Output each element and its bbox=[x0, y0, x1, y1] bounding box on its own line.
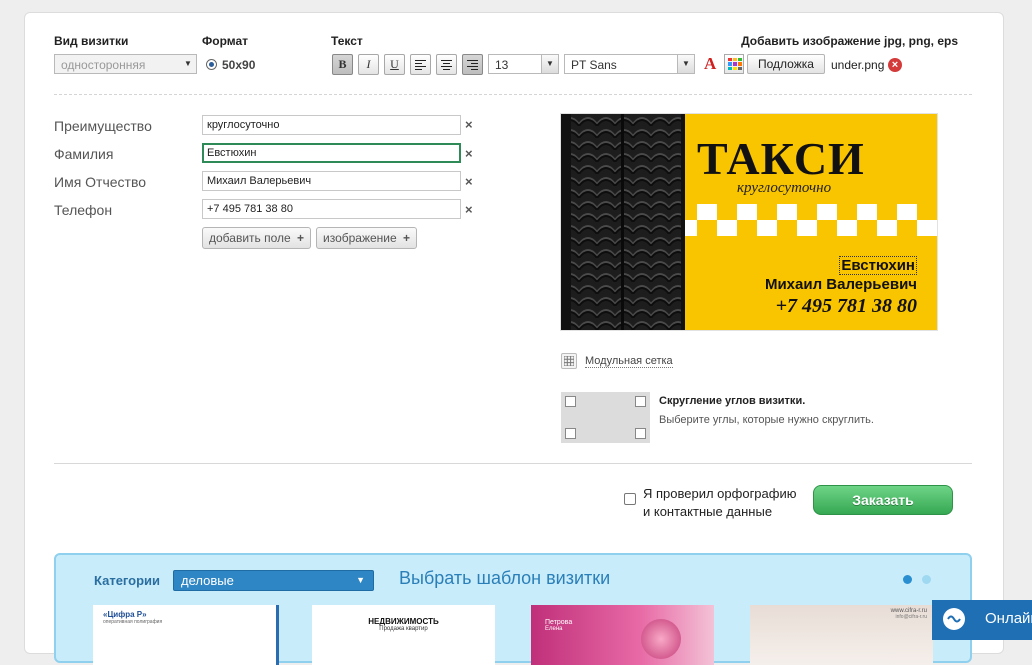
font-family-value: PT Sans bbox=[571, 58, 617, 72]
font-size-value: 13 bbox=[495, 58, 509, 72]
field-label-name: Имя Отчество bbox=[54, 174, 147, 190]
chevron-down-icon: ▼ bbox=[677, 55, 694, 73]
italic-button[interactable]: I bbox=[358, 54, 379, 75]
corner-top-left-checkbox[interactable] bbox=[565, 396, 576, 407]
field-advantage-input[interactable]: круглосуточно bbox=[202, 115, 461, 135]
align-right-icon bbox=[467, 59, 478, 70]
field-label-advantage: Преимущество bbox=[54, 118, 152, 134]
editor-panel: Вид визитки Формат Текст Добавить изобра… bbox=[24, 12, 1004, 665]
plus-icon: + bbox=[403, 231, 411, 245]
corner-bottom-right-checkbox[interactable] bbox=[635, 428, 646, 439]
template-thumb[interactable]: www.cifra-r.ru info@cifra-r.ru bbox=[750, 605, 933, 665]
chevron-down-icon: ▼ bbox=[356, 575, 365, 585]
template-thumb[interactable]: НЕДВИЖИМОСТЬ Продажа квартир bbox=[312, 605, 495, 665]
remove-field-icon[interactable]: × bbox=[465, 174, 473, 189]
divider bbox=[54, 94, 972, 95]
template-picker: Категории деловые ▼ Выбрать шаблон визит… bbox=[54, 553, 972, 665]
category-select[interactable]: деловые ▼ bbox=[173, 570, 374, 591]
template-heading: Выбрать шаблон визитки bbox=[399, 568, 611, 588]
background-button[interactable]: Подложка bbox=[747, 54, 825, 74]
text-color-button[interactable]: A bbox=[704, 54, 716, 74]
format-value: 50x90 bbox=[222, 58, 256, 72]
card-type-select[interactable]: односторонняя ▼ bbox=[54, 54, 197, 74]
corners-title: Скругление углов визитки. bbox=[659, 395, 806, 407]
corner-top-right-checkbox[interactable] bbox=[635, 396, 646, 407]
category-value: деловые bbox=[181, 573, 234, 588]
field-name-input[interactable]: Михаил Валерьевич bbox=[202, 171, 461, 191]
corner-selector bbox=[561, 392, 650, 443]
grid-icon[interactable] bbox=[561, 353, 577, 369]
card-type-value: односторонняя bbox=[61, 58, 146, 72]
radio-dot-icon bbox=[209, 62, 214, 67]
align-left-button[interactable] bbox=[410, 54, 431, 75]
remove-file-icon[interactable]: × bbox=[888, 58, 902, 72]
align-right-button[interactable] bbox=[462, 54, 483, 75]
field-label-surname: Фамилия bbox=[54, 146, 114, 162]
categories-label: Категории bbox=[94, 573, 161, 588]
field-surname-input[interactable]: Евстюхин bbox=[202, 143, 461, 163]
card-type-label: Вид визитки bbox=[54, 34, 129, 48]
chevron-down-icon: ▼ bbox=[541, 55, 558, 73]
field-phone-input[interactable]: +7 495 781 38 80 bbox=[202, 199, 461, 219]
remove-field-icon[interactable]: × bbox=[465, 202, 473, 217]
page-dot-active[interactable] bbox=[903, 575, 912, 584]
divider bbox=[54, 463, 972, 464]
bold-button[interactable]: B bbox=[332, 54, 353, 75]
corners-hint: Выберите углы, которые нужно скруглить. bbox=[659, 414, 874, 426]
card-title: ТАКСИ bbox=[697, 133, 865, 184]
add-field-button[interactable]: добавить поле + bbox=[202, 227, 312, 249]
grid-toggle-link[interactable]: Модульная сетка bbox=[585, 355, 673, 368]
chat-icon bbox=[943, 608, 965, 630]
page-dot[interactable] bbox=[922, 575, 931, 584]
template-thumb[interactable]: «Цифра Р» оперативная полиграфия bbox=[93, 605, 279, 665]
template-thumb[interactable]: Петрова Елена bbox=[531, 605, 714, 665]
remove-field-icon[interactable]: × bbox=[465, 117, 473, 132]
card-phone[interactable]: +7 495 781 38 80 bbox=[776, 295, 917, 318]
align-center-button[interactable] bbox=[436, 54, 457, 75]
underline-button[interactable]: U bbox=[384, 54, 405, 75]
chat-label: Онлайн bbox=[985, 610, 1032, 627]
plus-icon: + bbox=[297, 231, 305, 245]
card-preview[interactable]: ТАКСИ круглосуточно Евстюхин Михаил Вале… bbox=[561, 114, 937, 330]
chat-widget[interactable]: Онлайн bbox=[932, 600, 1032, 640]
card-surname[interactable]: Евстюхин bbox=[839, 256, 917, 275]
add-image-button[interactable]: изображение + bbox=[316, 227, 418, 249]
confirm-label: Я проверил орфографию и контактные данны… bbox=[643, 486, 797, 519]
card-name[interactable]: Михаил Валерьевич bbox=[765, 276, 917, 293]
corner-bottom-left-checkbox[interactable] bbox=[565, 428, 576, 439]
format-label: Формат bbox=[202, 34, 249, 48]
field-label-phone: Телефон bbox=[54, 202, 113, 218]
font-family-select[interactable]: PT Sans ▼ bbox=[564, 54, 695, 74]
chevron-down-icon: ▼ bbox=[180, 55, 196, 73]
add-image-label: Добавить изображение jpg, png, eps bbox=[741, 34, 958, 48]
rose-image bbox=[641, 619, 681, 659]
background-filename: under.png bbox=[831, 58, 885, 72]
align-left-icon bbox=[415, 59, 426, 70]
confirm-checkbox[interactable] bbox=[624, 493, 636, 505]
palette-button[interactable] bbox=[724, 54, 744, 74]
card-subtitle: круглосуточно bbox=[737, 180, 832, 196]
text-label: Текст bbox=[331, 34, 363, 48]
remove-field-icon[interactable]: × bbox=[465, 146, 473, 161]
order-button[interactable]: Заказать bbox=[813, 485, 953, 515]
align-center-icon bbox=[441, 59, 452, 70]
font-size-select[interactable]: 13 ▼ bbox=[488, 54, 559, 74]
format-radio[interactable] bbox=[206, 59, 217, 70]
